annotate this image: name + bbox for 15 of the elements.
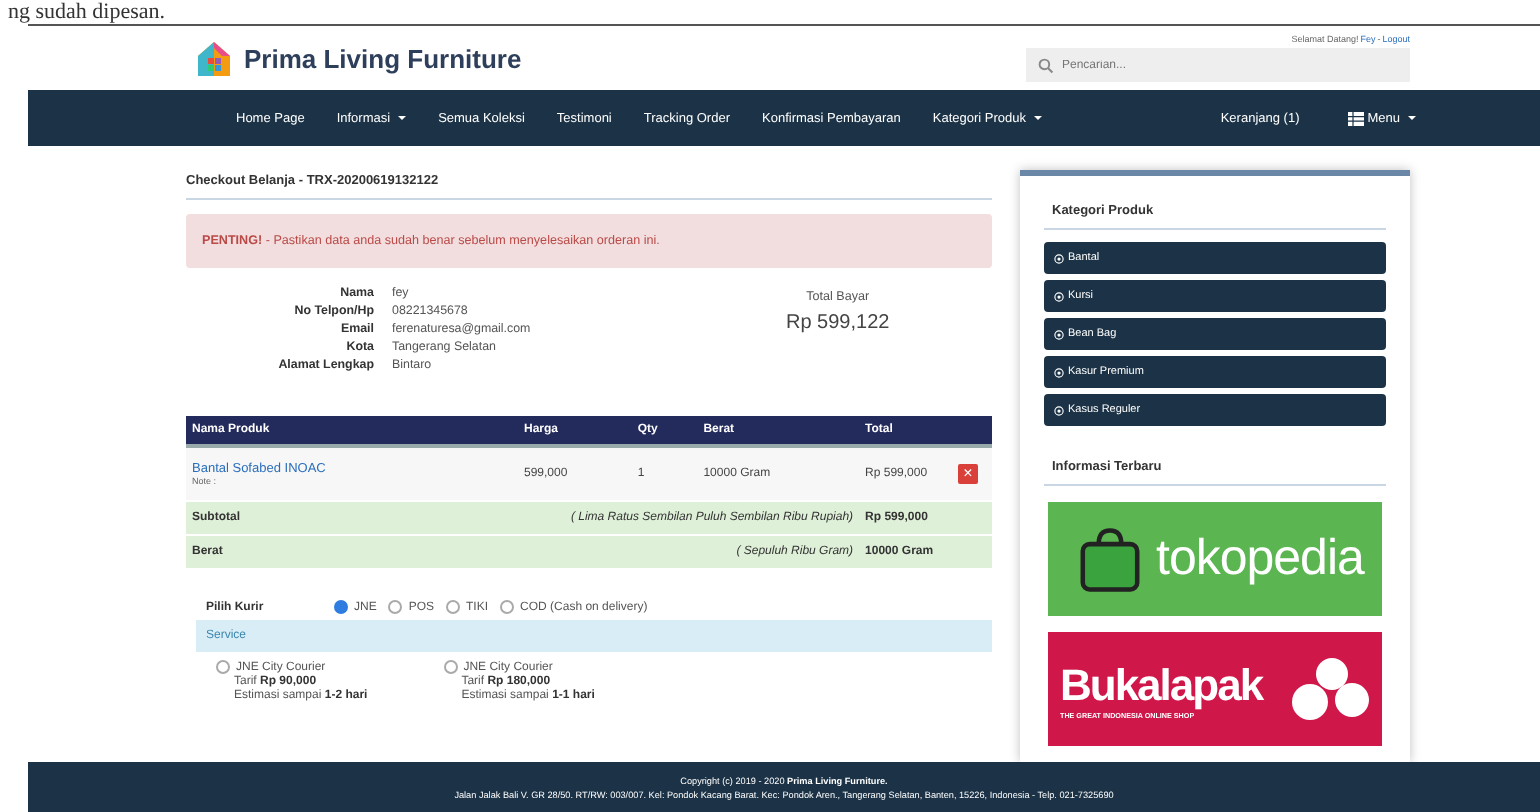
circle-icon [1054, 405, 1064, 415]
banner-text: Bukalapak [1060, 659, 1263, 710]
circle-icon [1054, 291, 1064, 301]
list-icon [1347, 111, 1364, 125]
banner-text: tokopedia [1156, 530, 1364, 588]
circle-icon [1054, 329, 1064, 339]
house-logo-icon [194, 38, 234, 78]
brand-name: Prima Living Furniture [244, 43, 522, 73]
delete-button[interactable]: × [958, 464, 978, 484]
caption-text: ng sudah dipesan. [6, 0, 166, 24]
total-amount: Rp 599,122 [786, 312, 890, 334]
circle-icon [1054, 253, 1064, 263]
circle-icon [1054, 367, 1064, 377]
circles-drawing [1290, 655, 1370, 723]
shopping-bag-icon [1076, 525, 1144, 593]
